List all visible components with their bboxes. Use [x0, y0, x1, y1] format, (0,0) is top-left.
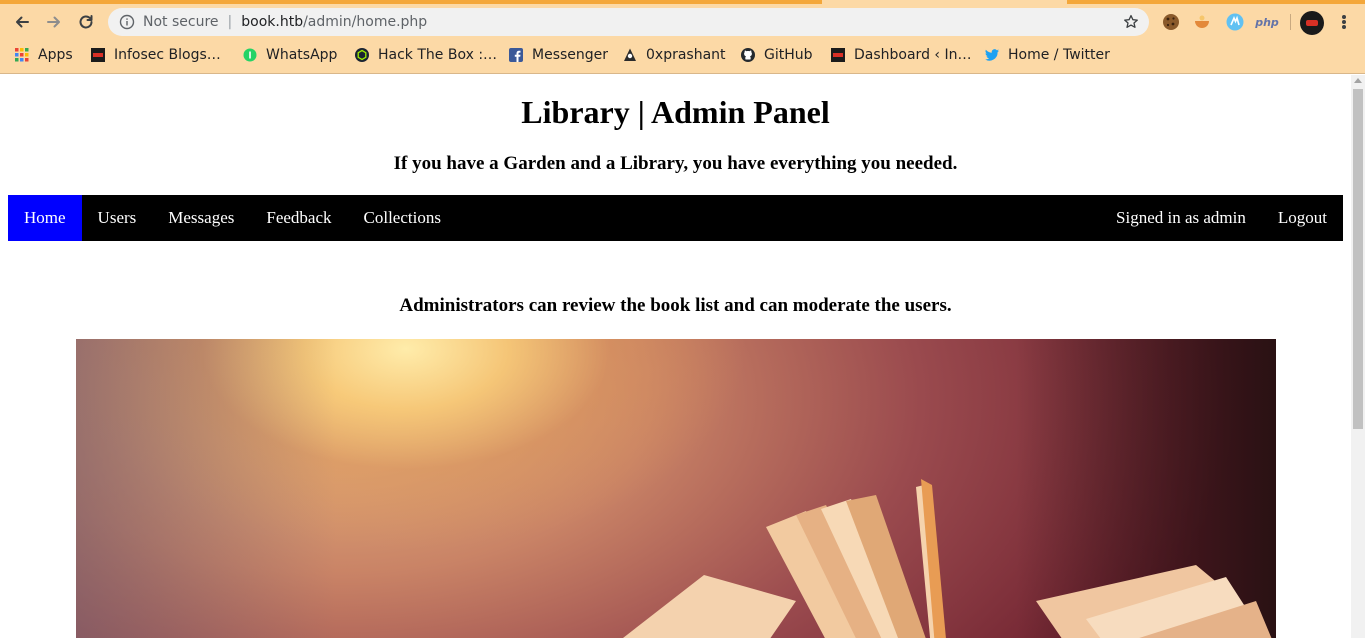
- url-host: book.htb: [241, 14, 304, 30]
- bookmark-label: Messenger: [532, 47, 609, 63]
- bookmark-label: Home / Twitter: [1008, 47, 1110, 63]
- bookmark-label: Dashboard ‹ In…: [854, 47, 972, 63]
- 0xprashant-favicon-icon: [622, 47, 638, 63]
- tab-strip-edge: [0, 0, 1365, 4]
- nav-home[interactable]: Home: [8, 195, 82, 241]
- main-navigation: Home Users Messages Feedback Collections…: [8, 195, 1343, 241]
- whatsapp-icon: [242, 47, 258, 63]
- url-path: /admin/home.php: [303, 14, 428, 30]
- bookmark-star-icon[interactable]: [1123, 14, 1139, 30]
- back-arrow-icon: [16, 16, 29, 28]
- page-content: Library | Admin Panel If you have a Gard…: [0, 75, 1351, 638]
- hackthebox-icon: [354, 47, 370, 63]
- apps-grid-icon: [14, 47, 30, 63]
- cookie-extension-icon[interactable]: [1161, 12, 1181, 32]
- browser-toolbar: Not secure | book.htb/admin/home.php php…: [0, 0, 1365, 74]
- bookmark-label: Hack The Box :…: [378, 47, 498, 63]
- info-icon[interactable]: [119, 14, 135, 30]
- bookmark-item[interactable]: WhatsApp: [236, 44, 343, 66]
- profile-avatar[interactable]: [1300, 11, 1324, 35]
- bookmark-label: 0xprashant: [646, 47, 726, 63]
- nav-users[interactable]: Users: [82, 195, 153, 241]
- page-title: Library | Admin Panel: [521, 94, 830, 130]
- bookmark-label: GitHub: [764, 47, 813, 63]
- facebook-icon: [508, 47, 524, 63]
- bookmark-label: Apps: [38, 47, 73, 63]
- nav-feedback[interactable]: Feedback: [250, 195, 347, 241]
- bookmark-item[interactable]: Apps: [8, 44, 79, 66]
- bookmark-item[interactable]: Infosec Blogs…: [84, 44, 227, 66]
- bookmarks-bar: Apps Infosec Blogs… WhatsApp Hack The Box :…: [0, 44, 1365, 66]
- bookmark-item[interactable]: Home / Twitter: [978, 44, 1116, 66]
- wappalyzer-extension-icon[interactable]: [1225, 12, 1245, 32]
- bookmark-item[interactable]: Messenger: [502, 44, 614, 66]
- page-scrollbar[interactable]: [1351, 75, 1365, 638]
- bookmark-label: Infosec Blogs…: [114, 47, 221, 63]
- reload-icon: [79, 15, 93, 29]
- forward-button[interactable]: [41, 9, 67, 35]
- php-extension-icon[interactable]: php: [1255, 12, 1279, 32]
- bookmark-item[interactable]: GitHub: [734, 44, 819, 66]
- browser-menu-button[interactable]: [1337, 12, 1351, 32]
- reload-button[interactable]: [73, 9, 99, 35]
- dashboard-favicon-icon: [830, 47, 846, 63]
- nav-collections[interactable]: Collections: [348, 195, 457, 241]
- url-separator: |: [227, 14, 233, 30]
- open-book-illustration: [623, 479, 1272, 638]
- forward-arrow-icon: [47, 16, 60, 28]
- scroll-up-arrow-icon[interactable]: [1354, 78, 1362, 83]
- signed-in-status[interactable]: Signed in as admin: [1100, 195, 1262, 241]
- logout-link[interactable]: Logout: [1262, 195, 1343, 241]
- scrollbar-thumb[interactable]: [1353, 89, 1363, 429]
- address-bar[interactable]: Not secure | book.htb/admin/home.php: [108, 8, 1149, 36]
- bookmark-item[interactable]: Dashboard ‹ In…: [824, 44, 977, 66]
- back-button[interactable]: [9, 9, 35, 35]
- bookmark-label: WhatsApp: [266, 47, 338, 63]
- page-tagline: If you have a Garden and a Library, you …: [393, 153, 958, 174]
- hero-book-image: [76, 339, 1276, 638]
- intro-text: Administrators can review the book list …: [399, 295, 952, 316]
- infosec-favicon-icon: [90, 47, 106, 63]
- bookmark-item[interactable]: Hack The Box :…: [348, 44, 503, 66]
- toolbar-divider: [1290, 14, 1291, 30]
- bookmark-item[interactable]: 0xprashant: [616, 44, 732, 66]
- github-icon: [740, 47, 756, 63]
- security-label: Not secure: [143, 14, 219, 30]
- bowl-extension-icon[interactable]: [1192, 12, 1212, 32]
- twitter-icon: [984, 47, 1000, 63]
- nav-messages[interactable]: Messages: [152, 195, 250, 241]
